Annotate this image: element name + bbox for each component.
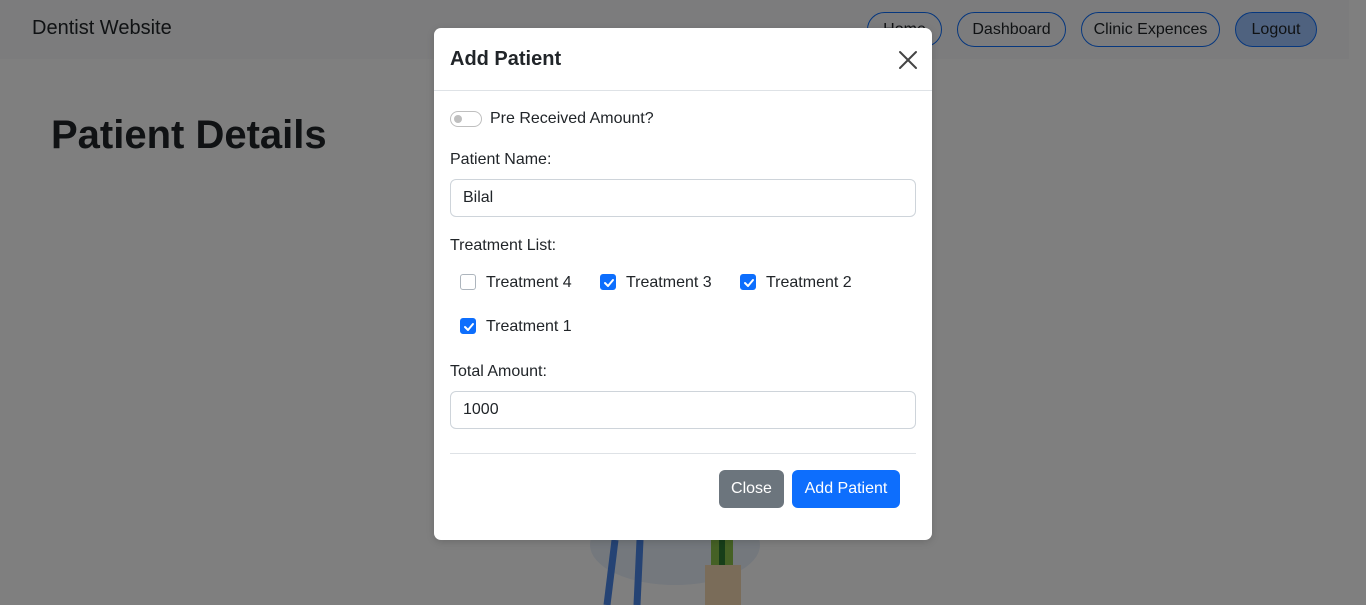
add-patient-modal: Add Patient Pre Received Amount? Patient… [434,28,932,540]
checkmark-icon [464,323,474,331]
add-patient-button[interactable]: Add Patient [792,470,900,508]
close-icon[interactable] [896,48,920,72]
treatment-3-label: Treatment 3 [626,274,712,291]
checkmark-icon [604,279,614,287]
treatment-3-checkbox[interactable] [600,274,616,290]
treatment-list-label: Treatment List: [450,237,557,254]
treatment-1-label: Treatment 1 [486,318,572,335]
treatment-1-checkbox[interactable] [460,318,476,334]
pre-received-amount-label: Pre Received Amount? [490,110,654,127]
treatment-2-checkbox[interactable] [740,274,756,290]
modal-divider [450,453,916,454]
total-amount-input[interactable] [450,391,916,429]
pre-received-amount-toggle[interactable] [450,111,482,127]
close-button[interactable]: Close [719,470,784,508]
patient-name-label: Patient Name: [450,151,552,168]
checkmark-icon [744,279,754,287]
treatment-4-label: Treatment 4 [486,274,572,291]
patient-name-input[interactable] [450,179,916,217]
toggle-knob [454,115,462,123]
treatment-2-label: Treatment 2 [766,274,852,291]
total-amount-label: Total Amount: [450,363,547,380]
modal-header: Add Patient [434,28,932,91]
modal-title: Add Patient [450,48,562,70]
treatment-4-checkbox[interactable] [460,274,476,290]
